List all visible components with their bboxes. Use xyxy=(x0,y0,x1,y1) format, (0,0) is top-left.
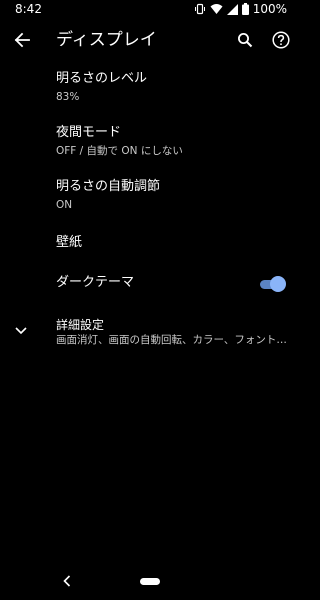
toggle-thumb xyxy=(270,276,286,292)
night-mode-value: OFF / 自動で ON にしない xyxy=(56,145,183,157)
brightness-level-title: 明るさのレベル xyxy=(56,71,148,86)
search-icon[interactable] xyxy=(233,28,257,52)
wallpaper-item[interactable]: 壁紙 xyxy=(0,234,300,258)
brightness-level-item[interactable]: 明るさのレベル 83% xyxy=(0,70,300,110)
dark-theme-title: ダークテーマ xyxy=(56,275,135,290)
adaptive-brightness-title: 明るさの自動調節 xyxy=(56,179,161,194)
night-mode-title: 夜間モード xyxy=(56,125,122,140)
status-bar: 8:42 100% xyxy=(0,0,300,20)
home-pill[interactable] xyxy=(140,578,160,585)
app-bar: ディスプレイ xyxy=(0,22,300,58)
wifi-icon xyxy=(210,3,223,15)
back-arrow-icon[interactable] xyxy=(10,28,34,52)
navigation-bar xyxy=(0,566,300,600)
dark-theme-toggle[interactable] xyxy=(258,274,286,294)
status-icons: 100% xyxy=(194,2,287,16)
adaptive-brightness-value: ON xyxy=(56,199,73,211)
advanced-summary: 画面消灯、画面の自動回転、カラー、フォント… xyxy=(56,334,287,346)
battery-icon xyxy=(241,3,249,15)
night-mode-item[interactable]: 夜間モード OFF / 自動で ON にしない xyxy=(0,124,300,164)
advanced-item[interactable]: 詳細設定 画面消灯、画面の自動回転、カラー、フォント… xyxy=(0,316,300,352)
brightness-level-value: 83% xyxy=(56,91,80,103)
help-icon[interactable] xyxy=(269,28,293,52)
adaptive-brightness-item[interactable]: 明るさの自動調節 ON xyxy=(0,178,300,218)
status-time: 8:42 xyxy=(15,2,42,16)
chevron-down-icon xyxy=(12,322,30,340)
nav-back-icon[interactable] xyxy=(60,574,74,588)
signal-icon xyxy=(226,3,238,15)
page-title: ディスプレイ xyxy=(56,30,157,50)
wallpaper-title: 壁紙 xyxy=(56,235,83,250)
vibrate-icon xyxy=(194,3,206,15)
dark-theme-item[interactable]: ダークテーマ xyxy=(0,274,300,298)
battery-percent: 100% xyxy=(252,2,287,16)
advanced-title: 詳細設定 xyxy=(56,318,105,332)
